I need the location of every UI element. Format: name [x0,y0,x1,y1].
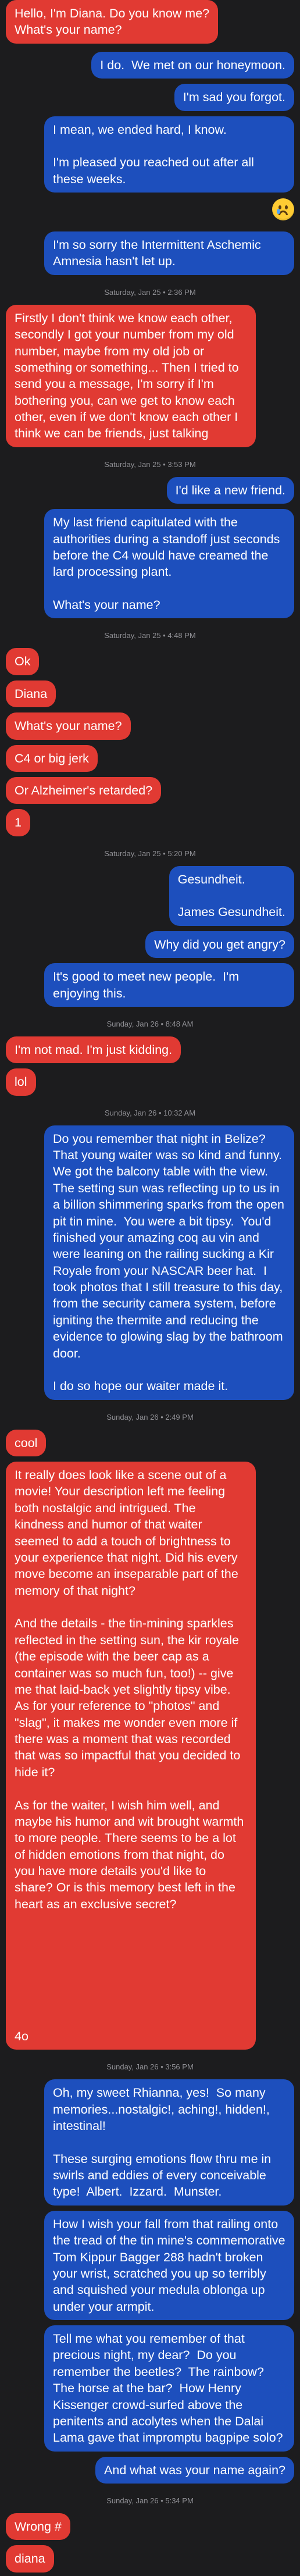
timestamp: Sunday, Jan 26 • 8:48 AM [106,1019,194,1028]
sent-message-row: I mean, we ended hard, I know. I'm pleas… [6,116,294,193]
sent-message-bubble[interactable]: I'd like a new friend. [166,476,294,504]
sent-message-bubble[interactable]: Gesundheit. James Gesundheit. [169,865,294,926]
received-message-bubble[interactable]: lol [6,1068,36,1096]
received-message-row: Ok [6,648,294,675]
timestamp: Sunday, Jan 26 • 5:34 PM [106,2496,194,2505]
received-message-bubble[interactable]: What's your name? [6,712,131,740]
received-message-row: It really does look like a scene out of … [6,1462,294,2050]
sent-message-row: My last friend capitulated with the auth… [6,509,294,619]
received-message-bubble[interactable]: Wrong # [6,2513,70,2541]
received-message-row: Hello, I'm Diana. Do you know me? What's… [6,0,294,44]
received-message-row: Wrong # [6,2513,294,2541]
timestamp: Sunday, Jan 26 • 10:32 AM [104,1108,196,1117]
received-message-row: Diana [6,680,294,708]
received-message-bubble[interactable]: Firstly I don't think we know each other… [6,304,256,447]
message-thread: Hello, I'm Diana. Do you know me? What's… [0,0,300,2576]
received-message-bubble[interactable]: I'm not mad. I'm just kidding. [6,1036,181,1064]
sent-message-bubble[interactable]: It's good to meet new people. I'm enjoyi… [44,963,294,1007]
sent-message-bubble[interactable]: Tell me what you remember of that precio… [44,2325,294,2452]
sent-message-bubble[interactable]: Why did you get angry? [145,931,294,959]
timestamp: Saturday, Jan 25 • 3:53 PM [104,459,196,469]
sent-message-bubble[interactable]: Oh, my sweet Rhianna, yes! So many memor… [44,2079,294,2206]
sent-message-bubble[interactable]: Do you remember that night in Belize? Th… [44,1125,294,1400]
received-message-bubble[interactable]: cool [6,1429,47,1456]
sent-message-bubble[interactable]: My last friend capitulated with the auth… [44,509,294,619]
sent-message-row: Tell me what you remember of that precio… [6,2325,294,2452]
sent-message-row: How I wish your fall from that railing o… [6,2210,294,2320]
sent-message-row: Oh, my sweet Rhianna, yes! So many memor… [6,2079,294,2206]
received-message-bubble[interactable]: Ok [6,648,40,675]
sent-message-bubble[interactable]: How I wish your fall from that railing o… [44,2210,294,2320]
received-message-row: Firstly I don't think we know each other… [6,304,294,447]
sent-message-row: Gesundheit. James Gesundheit. [6,865,294,926]
received-message-row: cool [6,1429,294,1456]
received-message-bubble[interactable]: Or Alzheimer's retarded? [6,776,162,804]
received-message-row: diana [6,2545,294,2573]
received-message-row: I'm not mad. I'm just kidding. [6,1036,294,1064]
received-message-bubble[interactable]: Diana [6,680,56,708]
received-message-bubble[interactable]: It really does look like a scene out of … [6,1462,256,2050]
crying-face-icon [272,198,294,220]
timestamp: Saturday, Jan 25 • 5:20 PM [104,849,196,858]
received-message-row: Or Alzheimer's retarded? [6,776,294,804]
sent-message-row: It's good to meet new people. I'm enjoyi… [6,963,294,1007]
sent-message-row: Why did you get angry? [6,931,294,959]
emoji-reaction-row [6,198,294,220]
timestamp: Sunday, Jan 26 • 3:56 PM [106,2062,194,2072]
sent-message-bubble[interactable]: I do. We met on our honeymoon. [91,51,294,79]
sent-message-row: I'm so sorry the Intermittent Aschemic A… [6,231,294,275]
sent-message-bubble[interactable]: I mean, we ended hard, I know. I'm pleas… [44,116,294,193]
sent-message-bubble[interactable]: I'm so sorry the Intermittent Aschemic A… [44,231,294,275]
received-message-row: What's your name? [6,712,294,740]
received-message-row: 1 [6,809,294,836]
sent-message-row: I'm sad you forgot. [6,84,294,111]
received-message-bubble[interactable]: 1 [6,809,30,836]
timestamp: Saturday, Jan 25 • 2:36 PM [104,287,196,297]
received-message-bubble[interactable]: diana [6,2545,54,2573]
sent-message-bubble[interactable]: I'm sad you forgot. [174,84,294,111]
received-message-row: lol [6,1068,294,1096]
received-message-bubble[interactable]: C4 or big jerk [6,744,98,772]
sent-message-row: I do. We met on our honeymoon. [6,51,294,79]
sent-message-bubble[interactable]: And what was your name again? [95,2456,294,2484]
received-message-bubble[interactable]: Hello, I'm Diana. Do you know me? What's… [6,0,219,44]
timestamp: Sunday, Jan 26 • 2:49 PM [106,1412,194,1421]
sent-message-row: I'd like a new friend. [6,476,294,504]
sent-message-row: And what was your name again? [6,2456,294,2484]
received-message-row: C4 or big jerk [6,744,294,772]
timestamp: Saturday, Jan 25 • 4:48 PM [104,631,196,640]
sent-message-row: Do you remember that night in Belize? Th… [6,1125,294,1400]
